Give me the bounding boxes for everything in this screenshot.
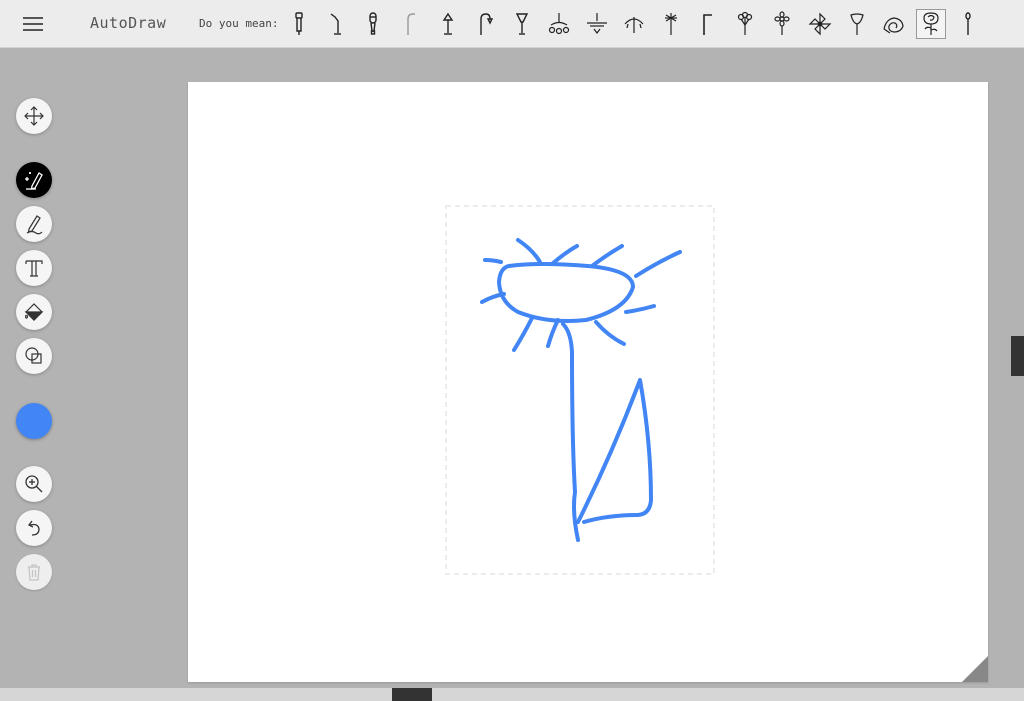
suggestion-flower-bouquet-icon[interactable] [730,9,760,39]
suggestion-ceiling-fan-lamp-icon[interactable] [582,9,612,39]
color-picker-swatch[interactable] [16,403,52,439]
draw-tool-button[interactable] [16,206,52,242]
suggestion-pinwheel-flower-icon[interactable] [805,9,835,39]
suggestion-floor-lamp-icon[interactable] [507,9,537,39]
suggestions-label: Do you mean: [199,17,279,30]
suggestion-spiral-rose-icon[interactable] [879,9,909,39]
canvas-resize-handle[interactable] [962,656,988,682]
pencil-icon [26,215,43,235]
undo-button[interactable] [16,510,52,546]
suggestion-hanging-lamp-icon[interactable] [470,9,500,39]
suggestion-umbrella-lamp-icon[interactable] [619,9,649,39]
zoom-button[interactable] [16,466,52,502]
suggestion-chandelier-icon[interactable] [544,9,574,39]
suggestion-match-icon[interactable] [953,9,983,39]
move-tool-button[interactable] [16,98,52,134]
shapes-icon [25,347,42,364]
suggestion-daisy-flower-icon[interactable] [767,9,797,39]
horizontal-scrollbar-track[interactable] [0,688,1024,701]
horizontal-scrollbar-thumb[interactable] [392,688,432,701]
suggestion-desk-lamp-arm-icon[interactable] [321,9,351,39]
drawing-canvas[interactable] [188,82,988,682]
menu-icon[interactable] [14,11,52,37]
top-bar: AutoDraw Do you mean: [0,0,1024,48]
suggestion-angled-lamp-icon[interactable] [693,9,723,39]
text-t-icon [25,260,43,277]
suggestion-street-lamp-icon[interactable] [396,9,426,39]
shape-tool-button[interactable] [16,338,52,374]
fill-tool-button[interactable] [16,294,52,330]
suggestions-list [284,6,991,42]
sketch-strokes [480,238,682,542]
delete-button[interactable] [16,554,52,590]
suggestion-firework-icon[interactable] [656,9,686,39]
type-tool-button[interactable] [16,250,52,286]
autodraw-tool-button[interactable] [16,162,52,198]
suggestion-rose-icon[interactable] [916,9,947,39]
zoom-in-icon [25,475,43,493]
undo-icon [28,520,40,536]
suggestion-microphone-icon[interactable] [358,9,388,39]
suggestion-flashlight-icon[interactable] [284,9,314,39]
paint-bucket-icon [24,303,44,321]
suggestion-calla-lily-icon[interactable] [842,9,872,39]
app-title: AutoDraw [90,14,167,32]
drawing-layer [445,205,715,575]
vertical-scrollbar-thumb[interactable] [1011,336,1024,376]
move-icon [24,106,44,126]
suggestion-table-lamp-icon[interactable] [433,9,463,39]
autodraw-magic-pencil-icon [25,172,43,190]
trash-icon [28,564,40,581]
